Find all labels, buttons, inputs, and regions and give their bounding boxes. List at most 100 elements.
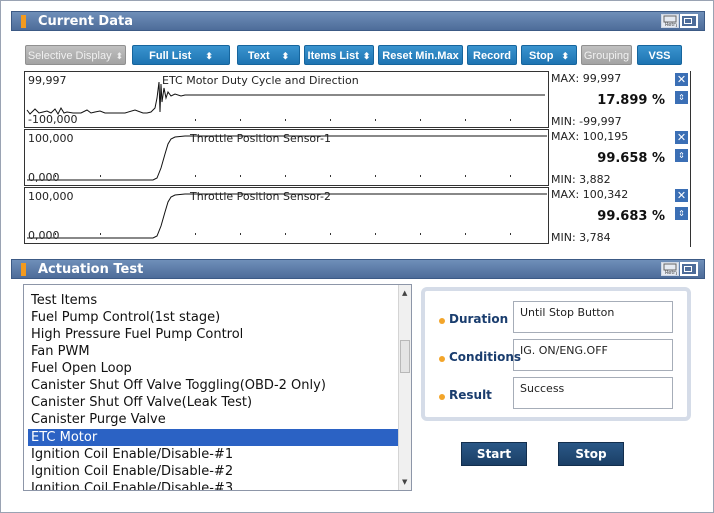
list-item[interactable]: Canister Purge Valve: [31, 411, 166, 428]
record-button[interactable]: Record: [467, 45, 517, 65]
window-icon[interactable]: [680, 262, 698, 276]
graph-min-value: MIN: -99,997: [551, 115, 622, 128]
graph-plot: 100,000 0,000 Throttle Position Sensor-2: [24, 187, 549, 244]
graph-title: ETC Motor Duty Cycle and Direction: [162, 74, 359, 87]
graph-etc-motor: 99,997 -100,000 ETC Motor Duty Cycle and…: [24, 71, 691, 129]
duration-label: Duration: [449, 312, 509, 326]
graph-stats: MAX: 99,997 17.899 % MIN: -99,997 ✕ ⇕: [550, 71, 691, 129]
graph-tps2: 100,000 0,000 Throttle Position Sensor-2…: [24, 187, 691, 245]
updown-icon: ⬍: [205, 51, 213, 61]
updown-icon: ⬍: [281, 51, 290, 61]
graph-plot: 100,000 0,000 Throttle Position Sensor-1: [24, 129, 549, 186]
list-item[interactable]: Canister Shut Off Valve Toggling(OBD-2 O…: [31, 377, 326, 394]
close-icon[interactable]: ✕: [675, 131, 688, 144]
vss-label: VSS: [648, 50, 671, 62]
list-item[interactable]: Fan PWM: [31, 343, 90, 360]
list-item-selected[interactable]: ETC Motor: [28, 429, 400, 446]
selective-display-button[interactable]: Selective Display ⬍: [25, 45, 126, 65]
actuation-test-header: Actuation Test Retry: [11, 259, 705, 279]
record-label: Record: [473, 50, 511, 62]
text-label: Text: [247, 50, 270, 62]
list-item[interactable]: Canister Shut Off Valve(Leak Test): [31, 394, 252, 411]
scroll-updown-icon[interactable]: ⇕: [675, 149, 688, 162]
graph-plot: 99,997 -100,000 ETC Motor Duty Cycle and…: [24, 71, 549, 128]
conditions-field: IG. ON/ENG.OFF: [513, 339, 673, 371]
svg-text:Retry: Retry: [665, 270, 677, 275]
result-label: Result: [449, 388, 492, 402]
graph-max-value: MAX: 100,195: [551, 130, 629, 143]
graph-axis-min: -100,000: [28, 113, 78, 126]
graph-axis-max: 100,000: [28, 190, 74, 203]
conditions-label: Conditions: [449, 350, 522, 364]
retry-icon[interactable]: Retry: [661, 262, 679, 276]
test-info-panel: Duration Until Stop Button Conditions IG…: [421, 287, 691, 421]
updown-icon: ⬍: [362, 51, 371, 61]
graph-current-value: 99.683 %: [597, 209, 665, 224]
close-icon[interactable]: ✕: [675, 189, 688, 202]
list-item[interactable]: High Pressure Fuel Pump Control: [31, 326, 243, 343]
items-list-button[interactable]: Items List ⬍: [304, 45, 374, 65]
graph-stats: MAX: 100,195 99.658 % MIN: 3,882 ✕ ⇕: [550, 129, 691, 187]
current-data-title: Current Data: [38, 14, 133, 29]
items-list-label: Items List: [307, 50, 359, 62]
graph-axis-min: 0,000: [28, 171, 60, 184]
current-data-header: Current Data Retry: [11, 11, 705, 31]
app-window: Current Data Retry Selective Display ⬍ Fu…: [0, 0, 714, 513]
grouping-button[interactable]: Grouping: [581, 45, 632, 65]
graph-min-value: MIN: 3,882: [551, 173, 611, 186]
scroll-down-icon[interactable]: ▼: [402, 478, 407, 486]
updown-icon: ⬍: [115, 51, 124, 61]
header-accent-bar: [21, 15, 26, 28]
svg-text:Retry: Retry: [665, 22, 677, 27]
graph-max-value: MAX: 99,997: [551, 72, 622, 85]
reset-min-max-button[interactable]: Reset Min.Max: [378, 45, 463, 65]
scroll-thumb[interactable]: [400, 340, 410, 373]
full-list-label: Full List: [149, 50, 192, 62]
list-header: Test Items: [31, 293, 98, 308]
graph-stats: MAX: 100,342 99.683 % MIN: 3,784 ✕ ⇕: [550, 187, 691, 245]
list-item[interactable]: Fuel Open Loop: [31, 360, 132, 377]
list-item[interactable]: Fuel Pump Control(1st stage): [31, 309, 220, 326]
stop-data-label: Stop: [529, 50, 554, 62]
graph-title: Throttle Position Sensor-2: [190, 190, 331, 203]
actuation-test-title: Actuation Test: [38, 262, 144, 277]
retry-icon[interactable]: Retry: [661, 14, 679, 28]
duration-field: Until Stop Button: [513, 301, 673, 333]
vss-button[interactable]: VSS: [637, 45, 682, 65]
list-scrollbar[interactable]: ▲ ▼: [398, 285, 411, 490]
graph-max-value: MAX: 100,342: [551, 188, 629, 201]
result-field: Success: [513, 377, 673, 409]
grouping-label: Grouping: [583, 50, 630, 62]
graph-current-value: 99.658 %: [597, 151, 665, 166]
scroll-up-icon[interactable]: ▲: [402, 289, 407, 297]
text-button[interactable]: Text ⬍: [237, 45, 300, 65]
scroll-updown-icon[interactable]: ⇕: [675, 207, 688, 220]
window-icon[interactable]: [680, 14, 698, 28]
bullet-icon: [439, 356, 445, 362]
graph-axis-max: 99,997: [28, 74, 67, 87]
test-items-list[interactable]: Test Items Fuel Pump Control(1st stage) …: [23, 284, 412, 491]
graph-current-value: 17.899 %: [597, 93, 665, 108]
graph-area: 99,997 -100,000 ETC Motor Duty Cycle and…: [24, 71, 691, 247]
graph-tps1: 100,000 0,000 Throttle Position Sensor-1…: [24, 129, 691, 187]
stop-data-button[interactable]: Stop ⬍: [521, 45, 577, 65]
list-item[interactable]: Ignition Coil Enable/Disable-#1: [31, 446, 233, 463]
updown-icon: ⬍: [561, 51, 569, 61]
bullet-icon: [439, 394, 445, 400]
graph-title: Throttle Position Sensor-1: [190, 132, 331, 145]
list-item[interactable]: Ignition Coil Enable/Disable-#2: [31, 463, 233, 480]
selective-display-label: Selective Display: [27, 50, 112, 62]
header-accent-bar: [21, 263, 26, 276]
scroll-updown-icon[interactable]: ⇕: [675, 91, 688, 104]
graph-right-border: [690, 71, 691, 247]
graph-min-value: MIN: 3,784: [551, 231, 611, 244]
stop-button[interactable]: Stop: [558, 442, 624, 466]
start-button[interactable]: Start: [461, 442, 527, 466]
close-icon[interactable]: ✕: [675, 73, 688, 86]
bullet-icon: [439, 318, 445, 324]
graph-axis-max: 100,000: [28, 132, 74, 145]
graph-axis-min: 0,000: [28, 229, 60, 242]
list-item[interactable]: Ignition Coil Enable/Disable-#3: [31, 480, 233, 490]
full-list-button[interactable]: Full List ⬍: [132, 45, 230, 65]
reset-min-max-label: Reset Min.Max: [382, 50, 459, 62]
